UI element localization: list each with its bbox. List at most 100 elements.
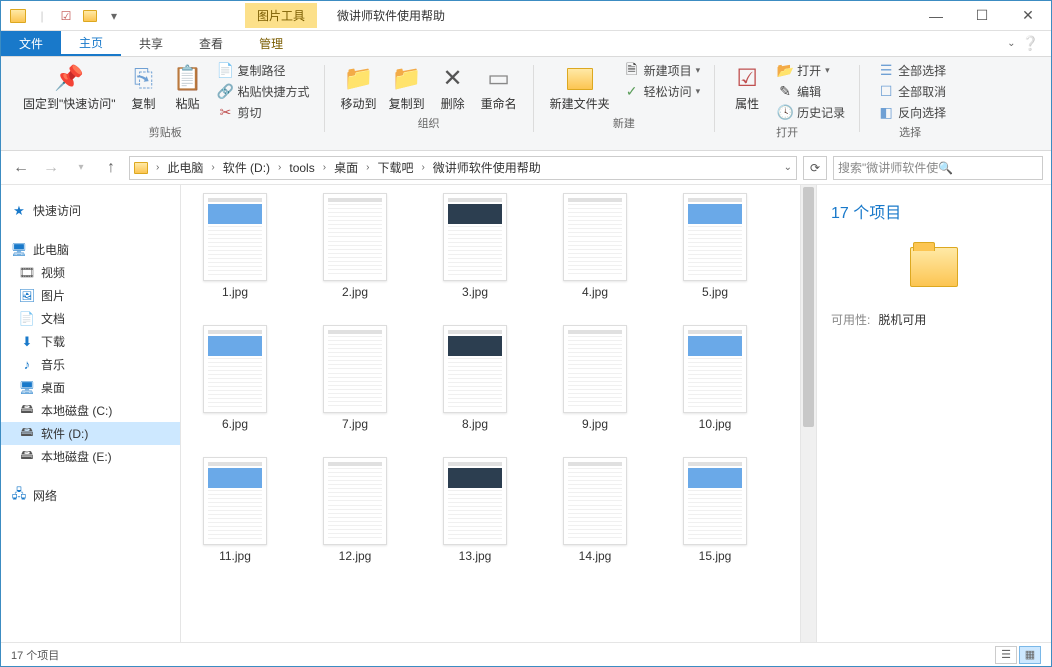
tab-share[interactable]: 共享 [121,31,181,56]
new-item-button[interactable]: 🗎新建项目 ▾ [620,61,705,80]
file-item[interactable]: 9.jpg [553,325,637,431]
tab-home[interactable]: 主页 [61,31,121,56]
maximize-button[interactable]: ☐ [959,1,1005,31]
properties-button[interactable]: ☑属性 [725,61,769,113]
scrollbar-thumb[interactable] [803,187,814,427]
drive-icon: 🖴 [19,403,35,419]
file-list[interactable]: 1.jpg 2.jpg 3.jpg 4.jpg 5.jpg 6.jpg 7.jpg 8.jpg… [181,185,800,642]
file-item[interactable]: 4.jpg [553,193,637,299]
move-to-button[interactable]: 📁移动到 [335,61,383,113]
file-item[interactable]: 7.jpg [313,325,397,431]
drive-icon: 🖴 [19,426,35,442]
file-item[interactable]: 13.jpg [433,457,517,563]
file-item[interactable]: 11.jpg [193,457,277,563]
tab-view[interactable]: 查看 [181,31,241,56]
search-icon: 🔍 [938,161,1038,175]
edit-button[interactable]: ✎编辑 [773,82,849,101]
recent-dropdown[interactable]: ▾ [69,156,93,180]
music-icon: ♪ [19,357,35,373]
file-item[interactable]: 3.jpg [433,193,517,299]
search-input[interactable]: 搜索"微讲师软件使用帮助" 🔍 [833,156,1043,180]
view-thumbnails-button[interactable]: ▦ [1019,646,1041,664]
copy-button[interactable]: ⎘复制 [122,61,166,113]
tree-downloads[interactable]: ⬇下载 [1,330,180,353]
up-button[interactable]: ↑ [99,156,123,180]
new-folder-button[interactable]: 新建文件夹 [544,61,616,113]
titlebar: | ☑ ▾ 图片工具 微讲师软件使用帮助 — ☐ ✕ [1,1,1051,31]
copy-path-button[interactable]: 📄复制路径 [214,61,314,80]
pin-quick-access-button[interactable]: 📌固定到"快速访问" [17,61,122,113]
rename-button[interactable]: ▭重命名 [475,61,523,113]
file-name: 1.jpg [222,285,248,299]
breadcrumb-segment[interactable]: 软件 (D:) [219,159,274,176]
close-button[interactable]: ✕ [1005,1,1051,31]
tree-this-pc[interactable]: 🖥此电脑 [1,238,180,261]
paste-button[interactable]: 📋粘贴 [166,61,210,113]
file-name: 12.jpg [339,549,372,563]
select-none-button[interactable]: ☐全部取消 [874,82,950,101]
breadcrumb-segment[interactable]: 此电脑 [163,159,207,176]
tree-network[interactable]: 🖧网络 [1,484,180,507]
details-pane: 17 个项目 可用性: 脱机可用 [816,185,1051,642]
history-button[interactable]: 🕓历史记录 [773,103,849,122]
thumbnail-icon [323,325,387,413]
cut-button[interactable]: ✂剪切 [214,103,314,122]
tab-manage[interactable]: 管理 [241,31,301,56]
tree-drive-d[interactable]: 🖴软件 (D:) [1,422,180,445]
qat-dropdown-icon[interactable]: ▾ [103,5,125,27]
breadcrumb-segment[interactable]: 桌面 [330,159,362,176]
file-item[interactable]: 14.jpg [553,457,637,563]
tree-quick-access[interactable]: ★快速访问 [1,199,180,222]
file-name: 9.jpg [582,417,608,431]
easy-access-icon: ✓ [624,84,640,100]
file-name: 13.jpg [459,549,492,563]
status-bar: 17 个项目 ☰ ▦ [1,642,1051,666]
tab-file[interactable]: 文件 [1,31,61,56]
help-button[interactable]: ⌄ ❔ [1007,31,1039,56]
file-item[interactable]: 10.jpg [673,325,757,431]
select-all-button[interactable]: ☰全部选择 [874,61,950,80]
select-group-label: 选择 [899,122,921,144]
file-item[interactable]: 15.jpg [673,457,757,563]
thumbnail-icon [203,193,267,281]
chevron-icon[interactable]: › [154,162,161,173]
file-item[interactable]: 12.jpg [313,457,397,563]
breadcrumb-segment[interactable]: 下载吧 [373,159,417,176]
breadcrumb[interactable]: › 此电脑› 软件 (D:)› tools› 桌面› 下载吧› 微讲师软件使用帮… [129,156,797,180]
forward-button[interactable]: → [39,156,63,180]
availability-label: 可用性: [831,311,870,328]
file-item[interactable]: 6.jpg [193,325,277,431]
paste-shortcut-button[interactable]: 🔗粘贴快捷方式 [214,82,314,101]
breadcrumb-segment[interactable]: 微讲师软件使用帮助 [429,159,545,176]
file-item[interactable]: 1.jpg [193,193,277,299]
navigation-tree: ★快速访问 🖥此电脑 🎞视频 🖼图片 📄文档 ⬇下载 ♪音乐 🖥桌面 🖴本地磁盘… [1,185,181,642]
breadcrumb-segment[interactable]: tools [285,161,318,175]
file-item[interactable]: 2.jpg [313,193,397,299]
tree-desktop[interactable]: 🖥桌面 [1,376,180,399]
view-details-button[interactable]: ☰ [995,646,1017,664]
tree-videos[interactable]: 🎞视频 [1,261,180,284]
back-button[interactable]: ← [9,156,33,180]
breadcrumb-dropdown-icon[interactable]: ⌄ [784,162,792,173]
tree-documents[interactable]: 📄文档 [1,307,180,330]
open-button[interactable]: 📂打开 ▾ [773,61,849,80]
file-name: 11.jpg [219,549,251,563]
file-item[interactable]: 8.jpg [433,325,517,431]
tree-drive-e[interactable]: 🖴本地磁盘 (E:) [1,445,180,468]
tree-music[interactable]: ♪音乐 [1,353,180,376]
minimize-button[interactable]: — [913,1,959,31]
tree-drive-c[interactable]: 🖴本地磁盘 (C:) [1,399,180,422]
scissors-icon: ✂ [218,105,234,121]
scrollbar[interactable] [800,185,816,642]
qat-properties-icon[interactable]: ☑ [55,5,77,27]
qat-new-folder-icon[interactable] [79,5,101,27]
ribbon: 📌固定到"快速访问" ⎘复制 📋粘贴 📄复制路径 🔗粘贴快捷方式 ✂剪切 剪贴板… [1,57,1051,151]
copy-to-button[interactable]: 📁复制到 [383,61,431,113]
tree-pictures[interactable]: 🖼图片 [1,284,180,307]
invert-selection-button[interactable]: ◧反向选择 [874,103,950,122]
refresh-button[interactable]: ⟳ [803,156,827,180]
easy-access-button[interactable]: ✓轻松访问 ▾ [620,82,705,101]
file-item[interactable]: 5.jpg [673,193,757,299]
thumbnail-icon [563,193,627,281]
delete-button[interactable]: ✕删除 [431,61,475,113]
